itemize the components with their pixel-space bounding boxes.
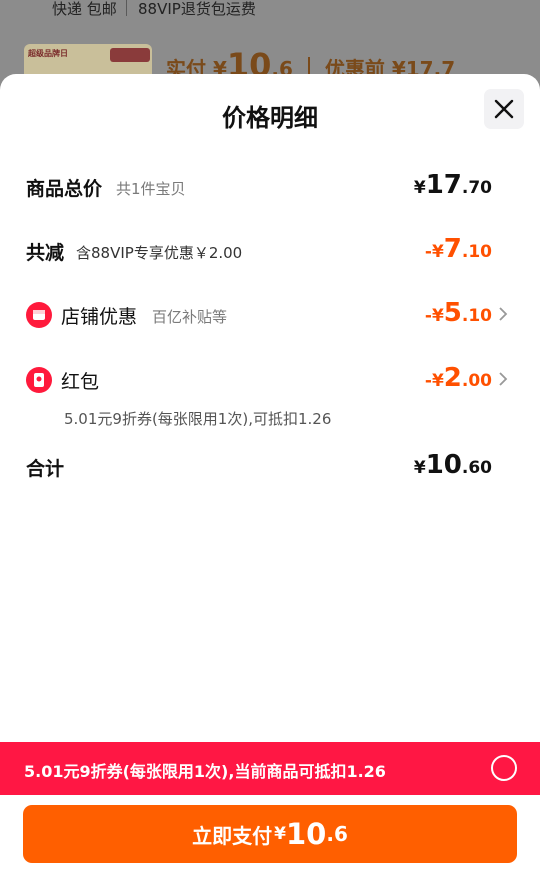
chevron-right-icon (499, 372, 508, 386)
red-packet-amount: -¥2.00 (424, 363, 492, 393)
total-label: 商品总价 (26, 178, 103, 200)
return-text: 88VIP退货包运费 (138, 0, 256, 18)
divider (126, 0, 127, 16)
discount-amount: -¥7.10 (424, 234, 492, 264)
total-price-row: 商品总价 共1件宝贝 ¥17.70 (26, 168, 516, 204)
thumb-tag: 超级品牌日 (28, 49, 68, 58)
brand-logo (110, 48, 150, 62)
shop-sub: 百亿补贴等 (152, 308, 228, 326)
sum-label: 合计 (26, 458, 65, 480)
pay-dec: .6 (326, 822, 348, 846)
total-discount-row: 共减 含88VIP专享优惠￥2.00 -¥7.10 (26, 232, 516, 268)
pay-now-button[interactable]: 立即支付 ¥ 10 .6 (23, 805, 517, 863)
sum-row: 合计 ¥10.60 (26, 448, 516, 484)
total-sub: 共1件宝贝 (116, 180, 186, 198)
close-button[interactable] (484, 89, 524, 129)
discount-sub: 含88VIP专享优惠￥2.00 (76, 244, 243, 262)
coupon-bar[interactable]: 5.01元9折券(每张限用1次),当前商品可抵扣1.26 (0, 742, 540, 795)
coupon-text: 5.01元9折券(每张限用1次),当前商品可抵扣1.26 (24, 762, 386, 781)
red-packet-icon (26, 367, 52, 393)
shipping-row: 快递 包邮 88VIP退货包运费 (0, 0, 540, 22)
discount-label: 共减 (26, 242, 65, 264)
pay-int: 10 (285, 817, 327, 851)
red-packet-row[interactable]: 红包 -¥2.00 (26, 361, 516, 397)
red-packet-label: 红包 (61, 371, 100, 393)
shop-amount: -¥5.10 (424, 298, 492, 328)
sheet-title: 价格明细 (222, 104, 318, 132)
red-packet-note: 5.01元9折券(每张限用1次),可抵扣1.26 (64, 410, 332, 428)
shop-label: 店铺优惠 (61, 306, 138, 328)
pay-label: 立即支付 (192, 823, 273, 848)
pay-currency: ¥ (274, 824, 286, 844)
shipping-text: 快递 包邮 (52, 0, 117, 18)
chevron-right-icon (499, 307, 508, 321)
coupon-radio[interactable] (491, 755, 517, 781)
sum-amount: ¥10.60 (413, 450, 492, 480)
close-icon (494, 99, 514, 119)
shop-discount-row[interactable]: 店铺优惠 百亿补贴等 -¥5.10 (26, 296, 516, 332)
total-amount: ¥17.70 (413, 170, 492, 200)
shop-icon (26, 302, 52, 328)
